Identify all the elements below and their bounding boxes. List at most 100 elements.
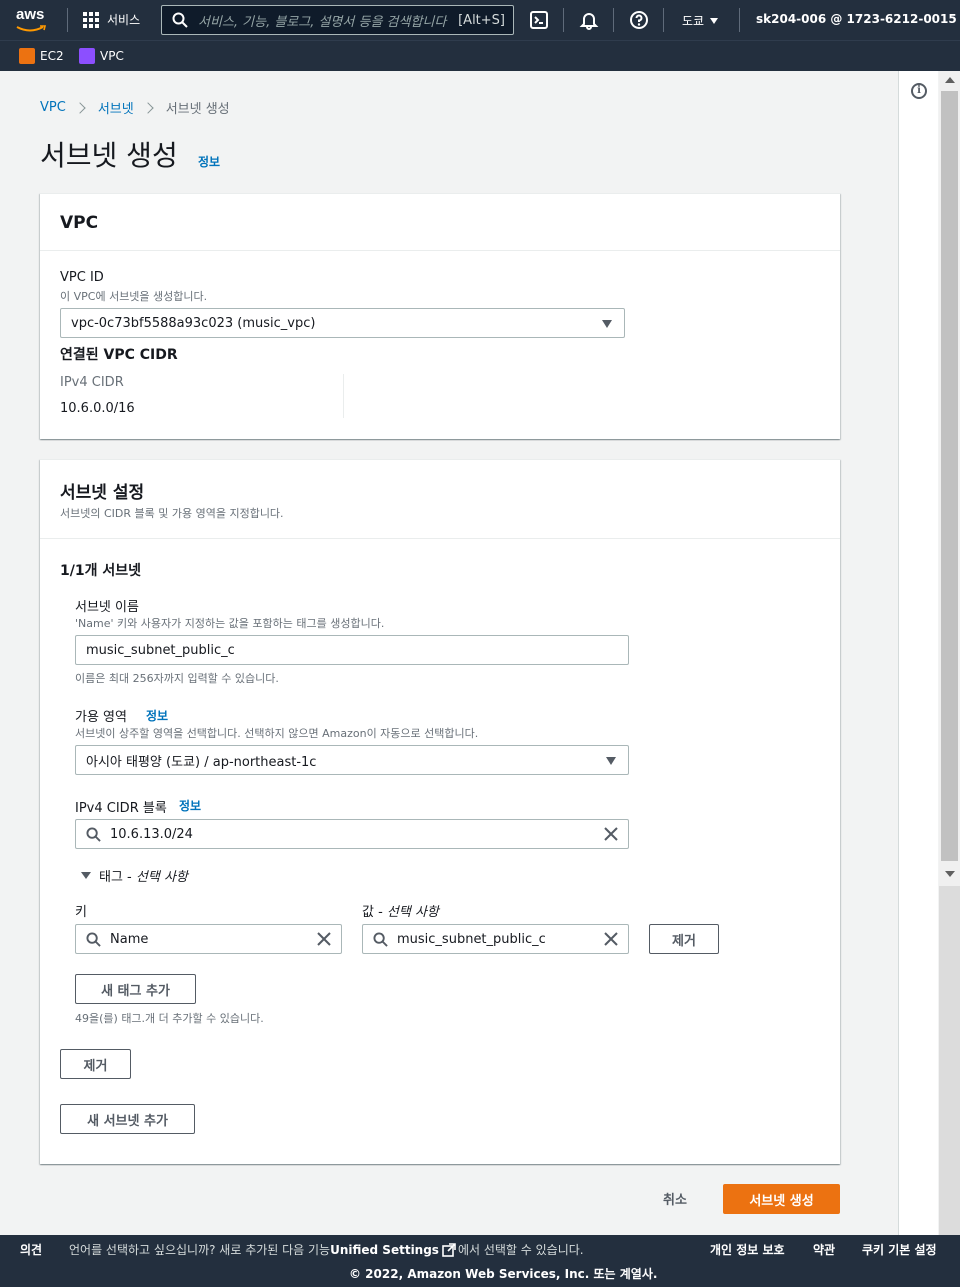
cloudshell-icon[interactable] [529,10,549,30]
tags-expander[interactable]: 태그 - 선택 사항 [81,866,188,885]
ipv4-cidr-block-input[interactable]: 10.6.13.0/24 [75,819,629,849]
vpc-id-value: vpc-0c73bf5588a93c023 (music_vpc) [71,315,316,331]
subnet-panel-description: 서브넷의 CIDR 블록 및 가용 영역을 지정합니다. [60,507,284,520]
vpc-service-icon [79,48,95,64]
search-icon [86,827,101,842]
tags-optional-label: 선택 사항 [135,870,188,885]
feedback-link[interactable]: 의견 [20,1241,42,1258]
add-tag-button[interactable]: 새 태그 추가 [75,974,196,1004]
aws-logo[interactable]: aws [16,7,50,33]
favorite-ec2[interactable]: EC2 [19,48,64,64]
tools-panel: i [898,71,938,1235]
tag-value-input[interactable]: music_subnet_public_c [362,924,629,954]
search-icon [86,932,101,947]
ipv4-cidr-value: 10.6.0.0/16 [60,401,135,416]
aws-smile-icon [16,25,47,32]
region-selector[interactable]: 도쿄 [682,12,719,29]
clear-icon[interactable] [604,932,618,946]
tag-key-input[interactable]: Name [75,924,342,954]
favorite-label: VPC [100,49,124,63]
scrollbar-thumb[interactable] [941,91,958,861]
caret-down-icon [81,872,91,879]
az-info-link[interactable]: 정보 [146,707,168,724]
subnet-name-label: 서브넷 이름 [75,600,139,615]
services-menu-button[interactable]: 서비스 [83,11,140,28]
cancel-button[interactable]: 취소 [663,1189,687,1208]
language-notice: 언어를 선택하고 싶으십니까? 새로 추가된 다음 기능 Unified Set… [69,1241,584,1258]
scroll-up-icon[interactable] [945,77,955,83]
az-description: 서브넷이 상주할 영역을 선택합니다. 선택하지 않으면 Amazon이 자동으… [75,727,479,740]
footer: 의견 언어를 선택하고 싶으십니까? 새로 추가된 다음 기능 Unified … [0,1235,960,1287]
services-label: 서비스 [107,13,141,27]
favorite-vpc[interactable]: VPC [79,48,124,64]
tag-key-value: Name [110,931,149,947]
unified-settings-link[interactable]: Unified Settings [330,1243,439,1257]
vpc-id-select[interactable]: vpc-0c73bf5588a93c023 (music_vpc) [60,308,625,338]
tags-toggle-label: 태그 - [99,870,136,885]
vpc-id-label: VPC ID [60,270,104,285]
aws-logo-text: aws [16,6,45,23]
grid-icon [83,11,99,28]
chevron-right-icon [74,101,86,114]
nav-divider [663,8,664,32]
vpc-cidr-heading: 연결된 VPC CIDR [60,347,178,363]
breadcrumb: VPC 서브넷 서브넷 생성 [40,98,230,117]
top-navigation: aws 서비스 서비스, 기능, 블로그, 설명서 등을 검색합니다 [Alt+… [0,0,960,40]
account-menu[interactable]: sk204-006 @ 1723-6212-0015 [756,12,960,26]
az-value: 아시아 태평양 (도쿄) / ap-northeast-1c [86,754,317,770]
search-shortcut: [Alt+S] [458,12,505,28]
search-input[interactable]: 서비스, 기능, 블로그, 설명서 등을 검색합니다 [Alt+S] [161,5,514,35]
ipv4-cidr-block-label: IPv4 CIDR 블록 [75,801,167,816]
page-scrollbar[interactable] [939,71,960,1235]
tag-value-optional-label: 선택 사항 [386,905,439,920]
create-subnet-button[interactable]: 서브넷 생성 [723,1184,840,1214]
breadcrumb-vpc[interactable]: VPC [40,100,66,115]
panel-divider [40,538,840,539]
vpc-id-description: 이 VPC에 서브넷을 생성합니다. [60,290,208,303]
vpc-panel: VPC VPC ID 이 VPC에 서브넷을 생성합니다. vpc-0c73bf… [40,193,840,439]
region-label: 도쿄 [682,14,705,28]
nav-divider [563,8,564,32]
privacy-link[interactable]: 개인 정보 보호 [710,1241,785,1258]
account-label: sk204-006 @ 1723-6212-0015 [756,12,957,26]
add-subnet-button[interactable]: 새 서브넷 추가 [60,1104,195,1134]
info-icon[interactable]: i [911,83,927,99]
nav-divider [67,8,68,32]
caret-down-icon [606,757,616,765]
ipv4-cidr-label: IPv4 CIDR [60,375,124,390]
terms-link[interactable]: 약관 [813,1241,835,1258]
chevron-right-icon [142,101,154,114]
availability-zone-select[interactable]: 아시아 태평양 (도쿄) / ap-northeast-1c [75,745,629,775]
scroll-down-icon[interactable] [945,871,955,877]
az-label: 가용 영역 [75,710,127,725]
copyright-text: © 2022, Amazon Web Services, Inc. 또는 계열사… [349,1267,658,1281]
tag-value-value: music_subnet_public_c [397,931,546,947]
remove-tag-button[interactable]: 제거 [649,924,719,954]
notifications-bell-icon[interactable] [579,10,599,30]
subnet-name-input[interactable]: music_subnet_public_c [75,635,629,665]
help-icon[interactable] [629,10,649,30]
subnet-panel-header: 서브넷 설정 [60,483,145,503]
remove-subnet-button[interactable]: 제거 [60,1049,131,1079]
external-link-icon [442,1242,456,1257]
nav-divider [739,8,740,32]
caret-down-icon [602,320,612,328]
breadcrumb-current: 서브넷 생성 [165,102,230,117]
tag-limit-hint: 49을(를) 태그.개 더 추가할 수 있습니다. [75,1012,264,1025]
clear-icon[interactable] [604,827,618,841]
vpc-panel-header: VPC [60,213,99,233]
tag-value-label: 값 - [362,905,387,920]
column-divider [343,374,344,418]
breadcrumb-subnets[interactable]: 서브넷 [98,98,134,117]
search-icon [172,12,188,28]
cookie-preferences-link[interactable]: 쿠키 기본 설정 [862,1241,937,1258]
subnet-name-value: music_subnet_public_c [86,642,235,658]
cidr-info-link[interactable]: 정보 [179,797,201,814]
search-placeholder: 서비스, 기능, 블로그, 설명서 등을 검색합니다 [198,14,447,30]
clear-icon[interactable] [317,932,331,946]
subnet-name-hint: 이름은 최대 256자까지 입력할 수 있습니다. [75,672,279,685]
language-notice-text: 언어를 선택하고 싶으십니까? 새로 추가된 다음 기능 [69,1243,331,1257]
page-info-link[interactable]: 정보 [198,153,220,170]
caret-down-icon [710,17,719,24]
cidr-block-value: 10.6.13.0/24 [110,826,193,842]
